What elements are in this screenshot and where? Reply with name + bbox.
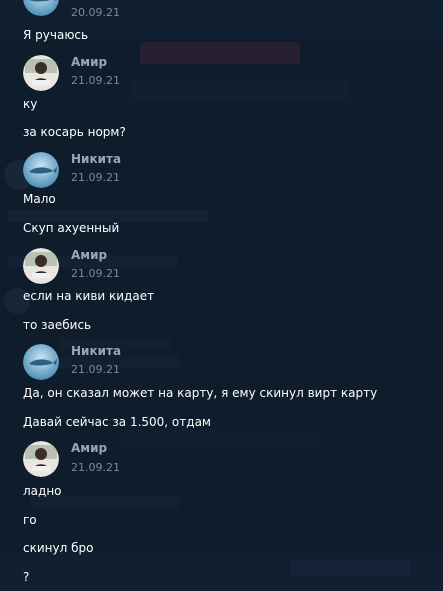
message-text: ?	[23, 570, 30, 584]
message-text: ладно	[23, 484, 62, 498]
message-author[interactable]: Амир	[71, 248, 107, 262]
whale-avatar[interactable]	[23, 152, 59, 188]
message-author[interactable]: Никита	[71, 344, 121, 358]
amir-avatar[interactable]	[23, 441, 59, 477]
message-group: Никита 21.09.21 Да, он сказал может на к…	[0, 344, 443, 436]
message-text: скинул бро	[23, 541, 94, 555]
amir-avatar[interactable]	[23, 55, 59, 91]
message-author[interactable]: Амир	[71, 55, 107, 69]
message-text: Я ручаюсь	[23, 28, 89, 42]
message-group: Амир 21.09.21 ладно го скинул бро ?	[0, 441, 443, 591]
message-text: то заебись	[23, 318, 92, 332]
message-text: если на киви кидает	[23, 289, 155, 303]
message-text: Мало	[23, 192, 56, 206]
message-text: ку	[23, 97, 38, 111]
amir-avatar[interactable]	[23, 248, 59, 284]
message-group: Амир 21.09.21 ку за косарь норм?	[0, 54, 443, 144]
whale-avatar[interactable]	[23, 344, 59, 380]
message-date: 21.09.21	[71, 267, 120, 280]
message-text: Скуп ахуенный	[23, 221, 120, 235]
message-date: 21.09.21	[71, 74, 120, 87]
message-group: Амир 21.09.21 если на киви кидает то зае…	[0, 248, 443, 338]
message-date: 21.09.21	[71, 461, 120, 474]
message-author[interactable]: Никита	[71, 152, 121, 166]
message-date: 21.09.21	[71, 171, 120, 184]
message-group: 20.09.21 Я ручаюсь	[0, 0, 443, 50]
message-text: Давай сейчас за 1.500, отдам	[23, 415, 211, 429]
message-group: Никита 21.09.21 Мало Скуп ахуенный	[0, 151, 443, 241]
message-date: 20.09.21	[71, 6, 120, 19]
message-text: Да, он сказал может на карту, я ему скин…	[23, 386, 378, 400]
message-date: 21.09.21	[71, 363, 120, 376]
message-text: го	[23, 513, 37, 527]
message-text: за косарь норм?	[23, 125, 126, 139]
whale-avatar[interactable]	[23, 0, 59, 16]
message-author[interactable]: Амир	[71, 441, 107, 455]
